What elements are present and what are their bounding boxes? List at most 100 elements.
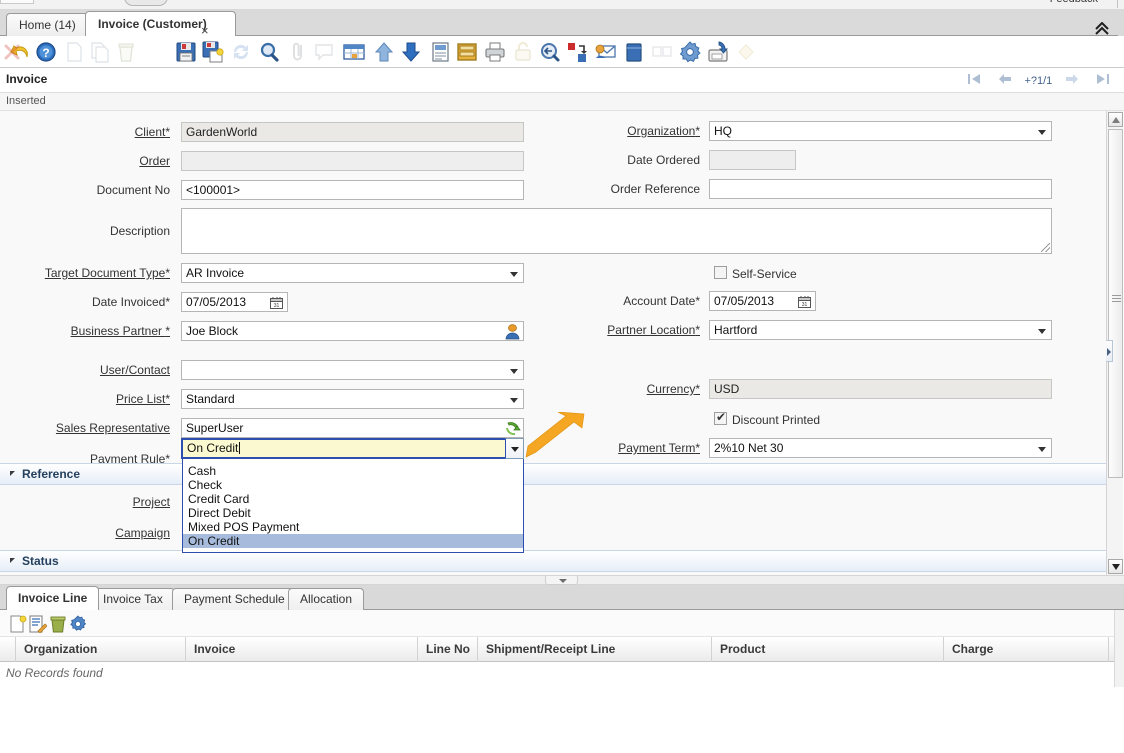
list-item[interactable]: Check [183, 478, 523, 492]
list-item-selected[interactable]: On Credit [183, 534, 523, 548]
lookup-record-icon[interactable] [505, 420, 521, 436]
date-ordered-label: Date Ordered [560, 150, 700, 170]
business-partner-field[interactable]: Joe Block [181, 321, 524, 341]
scrollbar-grip-icon [1112, 295, 1121, 302]
report-icon[interactable] [428, 40, 452, 64]
client-label: Client* [60, 122, 170, 142]
user-contact-label: User/Contact [60, 360, 170, 380]
grid-column-shipment-receipt-line[interactable]: Shipment/Receipt Line [478, 637, 712, 662]
group-header-reference[interactable]: Reference [0, 463, 1106, 485]
date-ordered-field [709, 150, 796, 170]
edit-row-icon[interactable] [29, 615, 47, 633]
chevron-down-icon [511, 447, 519, 452]
organization-select[interactable]: HQ [709, 121, 1052, 141]
list-item[interactable]: Direct Debit [183, 506, 523, 520]
delete-row-icon[interactable] [49, 615, 67, 633]
copy-record-icon [88, 40, 112, 64]
organization-label: Organization* [560, 121, 700, 141]
svg-text:?: ? [42, 46, 49, 60]
user-contact-select[interactable] [181, 360, 524, 380]
row-settings-gear-icon[interactable] [69, 615, 87, 633]
list-item[interactable]: Cash [183, 464, 523, 478]
panel-splitter[interactable] [0, 575, 1124, 585]
splitter-collapse-button[interactable] [545, 576, 578, 585]
grid-column-invoice[interactable]: Invoice [186, 637, 418, 662]
tab-payment-schedule[interactable]: Payment Schedule [172, 588, 297, 610]
archived-documents-icon[interactable] [622, 40, 646, 64]
calendar-icon[interactable]: 31 [270, 296, 283, 309]
description-field[interactable] [181, 208, 1052, 254]
campaign-label: Campaign [60, 523, 170, 543]
grid-column-product[interactable]: Product [712, 637, 944, 662]
tab-invoice-tax[interactable]: Invoice Tax [91, 588, 175, 610]
price-list-select[interactable]: Standard [181, 389, 524, 409]
page-bottom-area [0, 687, 1124, 753]
grid-column-charge[interactable]: Charge [944, 637, 1109, 662]
print-icon[interactable] [483, 40, 507, 64]
next-record-icon[interactable] [1065, 73, 1079, 88]
resize-grip-icon[interactable] [1041, 243, 1050, 252]
grid-toggle-icon[interactable] [342, 40, 366, 64]
sales-representative-field[interactable]: SuperUser [181, 418, 524, 438]
grid-column-organization[interactable]: Organization [16, 637, 186, 662]
process-icon[interactable] [565, 40, 589, 64]
payment-rule-combo[interactable]: On Credit [181, 438, 524, 459]
scrollbar-thumb[interactable] [1108, 129, 1123, 478]
order-reference-field[interactable] [709, 179, 1052, 199]
list-item[interactable]: Mixed POS Payment [183, 520, 523, 534]
window-tab-invoice-customer[interactable]: Invoice (Customer) [85, 11, 236, 36]
sidebar-expand-handle[interactable] [1106, 340, 1113, 362]
target-document-type-select[interactable]: AR Invoice [181, 263, 524, 283]
email-icon[interactable] [593, 40, 617, 64]
zoom-across-icon[interactable] [537, 40, 561, 64]
payment-rule-dropdown-button[interactable] [505, 438, 524, 459]
date-invoiced-label: Date Invoiced* [60, 292, 170, 312]
payment-term-select[interactable]: 2%10 Net 30 [709, 438, 1052, 458]
grid-empty-message: No Records found [6, 666, 103, 680]
form-scroll-area: Client* GardenWorld Order Document No <1… [0, 111, 1106, 575]
list-item[interactable]: Credit Card [183, 492, 523, 506]
archive-icon[interactable] [455, 40, 479, 64]
document-no-field[interactable]: <100001> [181, 180, 524, 200]
export-icon[interactable] [706, 40, 730, 64]
chevron-down-icon [510, 272, 518, 277]
self-service-checkbox[interactable] [714, 266, 727, 279]
chat-icon [313, 40, 337, 64]
scroll-up-button[interactable] [1108, 112, 1123, 127]
list-bottom-padding [183, 548, 523, 552]
order-field[interactable] [181, 151, 524, 171]
tab-invoice-line[interactable]: Invoice Line [6, 586, 99, 610]
parent-record-icon[interactable] [372, 40, 396, 64]
last-record-icon[interactable] [1096, 73, 1109, 88]
first-record-icon[interactable] [968, 73, 981, 88]
save-create-new-icon[interactable] [201, 40, 225, 64]
calendar-icon[interactable]: 31 [798, 295, 811, 308]
product-info-icon [650, 40, 674, 64]
detail-record-icon[interactable] [399, 40, 423, 64]
save-icon[interactable] [174, 40, 198, 64]
help-icon[interactable]: ? [34, 40, 58, 64]
previous-record-icon[interactable] [998, 73, 1012, 88]
tab-allocation[interactable]: Allocation [288, 588, 364, 610]
scroll-down-button[interactable] [1108, 559, 1123, 574]
partner-location-select[interactable]: Hartford [709, 320, 1052, 340]
partner-location-label: Partner Location* [560, 320, 700, 340]
feedback-tab[interactable]: Feedback [1042, 0, 1106, 6]
group-header-status[interactable]: Status [0, 550, 1106, 572]
grid-column-line-no[interactable]: Line No [418, 637, 478, 662]
search-icon[interactable] [257, 40, 281, 64]
delete-selection-icon [0, 40, 24, 64]
payment-rule-input[interactable]: On Credit [181, 438, 505, 459]
grid-column-select[interactable] [0, 637, 16, 662]
business-partner-icon[interactable] [504, 323, 521, 340]
toolbar-divider [1117, 0, 1118, 8]
payment-rule-option-list[interactable]: Cash Check Credit Card Direct Debit Mixe… [182, 459, 524, 553]
window-tab-home[interactable]: Home (14) [6, 13, 89, 36]
refresh-icon [229, 40, 253, 64]
close-icon[interactable]: × [201, 24, 209, 37]
discount-printed-checkbox[interactable] [714, 412, 727, 425]
gear-icon[interactable] [678, 40, 702, 64]
triangle-down-icon [559, 579, 567, 583]
triangle-right-icon [1107, 348, 1111, 356]
new-row-icon[interactable] [9, 615, 27, 633]
